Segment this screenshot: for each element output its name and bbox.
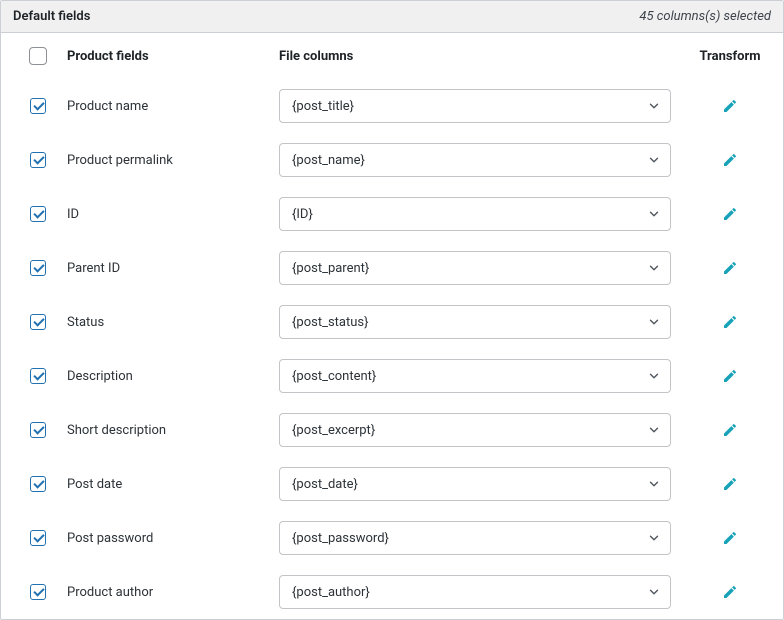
file-column-value: {post_password} <box>292 531 389 546</box>
pencil-icon <box>722 476 738 492</box>
pencil-icon <box>722 260 738 276</box>
fields-table: Product fields File columns Transform Pr… <box>1 33 783 619</box>
row-checkbox[interactable] <box>30 476 46 492</box>
header-transform: Transform <box>699 49 760 64</box>
file-column-select[interactable]: {post_excerpt} <box>279 413 671 447</box>
header-file-columns: File columns <box>279 49 353 64</box>
selected-count: 45 columns(s) selected <box>639 9 771 24</box>
file-column-value: {post_parent} <box>292 261 369 276</box>
file-column-select[interactable]: {post_parent} <box>279 251 671 285</box>
pencil-icon <box>722 206 738 222</box>
file-column-value: {post_author} <box>292 585 370 600</box>
transform-edit-button[interactable] <box>719 311 741 333</box>
table-row: Post date {post_date} <box>1 457 783 511</box>
panel-header: Default fields 45 columns(s) selected <box>1 1 783 33</box>
file-column-select[interactable]: {post_name} <box>279 143 671 177</box>
transform-edit-button[interactable] <box>719 365 741 387</box>
file-column-select[interactable]: {ID} <box>279 197 671 231</box>
table-row: Product permalink {post_name} <box>1 133 783 187</box>
file-column-value: {post_excerpt} <box>292 423 375 438</box>
table-row: Status {post_status} <box>1 295 783 349</box>
row-checkbox[interactable] <box>30 584 46 600</box>
product-field-label: Product name <box>67 99 148 114</box>
file-column-value: {post_name} <box>292 153 365 168</box>
row-checkbox[interactable] <box>30 152 46 168</box>
pencil-icon <box>722 422 738 438</box>
pencil-icon <box>722 530 738 546</box>
file-column-select[interactable]: {post_author} <box>279 575 671 609</box>
table-row: Post password {post_password} <box>1 511 783 565</box>
transform-edit-button[interactable] <box>719 149 741 171</box>
row-checkbox[interactable] <box>30 260 46 276</box>
select-all-checkbox[interactable] <box>29 47 47 65</box>
default-fields-panel: Default fields 45 columns(s) selected Pr… <box>0 0 784 620</box>
row-checkbox[interactable] <box>30 314 46 330</box>
row-checkbox[interactable] <box>30 368 46 384</box>
pencil-icon <box>722 584 738 600</box>
transform-edit-button[interactable] <box>719 95 741 117</box>
file-column-value: {post_date} <box>292 477 358 492</box>
table-header-row: Product fields File columns Transform <box>1 33 783 79</box>
product-field-label: Short description <box>67 423 166 438</box>
table-row: Product author {post_author} <box>1 565 783 619</box>
panel-title: Default fields <box>13 9 90 24</box>
table-row: Parent ID {post_parent} <box>1 241 783 295</box>
table-row: Description {post_content} <box>1 349 783 403</box>
pencil-icon <box>722 152 738 168</box>
file-column-value: {post_status} <box>292 315 369 330</box>
file-column-value: {post_content} <box>292 369 376 384</box>
row-checkbox[interactable] <box>30 530 46 546</box>
product-field-label: ID <box>67 207 79 222</box>
product-field-label: Status <box>67 315 104 330</box>
transform-edit-button[interactable] <box>719 203 741 225</box>
file-column-select[interactable]: {post_content} <box>279 359 671 393</box>
product-field-label: Post password <box>67 531 153 546</box>
file-column-value: {post_title} <box>292 99 354 114</box>
product-field-label: Post date <box>67 477 122 492</box>
pencil-icon <box>722 314 738 330</box>
pencil-icon <box>722 368 738 384</box>
header-product-fields: Product fields <box>67 49 149 64</box>
transform-edit-button[interactable] <box>719 527 741 549</box>
table-row: Short description {post_excerpt} <box>1 403 783 457</box>
row-checkbox[interactable] <box>30 206 46 222</box>
file-column-select[interactable]: {post_password} <box>279 521 671 555</box>
transform-edit-button[interactable] <box>719 257 741 279</box>
product-field-label: Product author <box>67 585 153 600</box>
row-checkbox[interactable] <box>30 98 46 114</box>
transform-edit-button[interactable] <box>719 581 741 603</box>
product-field-label: Parent ID <box>67 261 120 276</box>
file-column-select[interactable]: {post_status} <box>279 305 671 339</box>
product-field-label: Product permalink <box>67 153 173 168</box>
transform-edit-button[interactable] <box>719 473 741 495</box>
row-checkbox[interactable] <box>30 422 46 438</box>
file-column-select[interactable]: {post_date} <box>279 467 671 501</box>
product-field-label: Description <box>67 369 133 384</box>
file-column-value: {ID} <box>292 207 313 222</box>
pencil-icon <box>722 98 738 114</box>
table-row: ID {ID} <box>1 187 783 241</box>
transform-edit-button[interactable] <box>719 419 741 441</box>
file-column-select[interactable]: {post_title} <box>279 89 671 123</box>
table-row: Product name {post_title} <box>1 79 783 133</box>
